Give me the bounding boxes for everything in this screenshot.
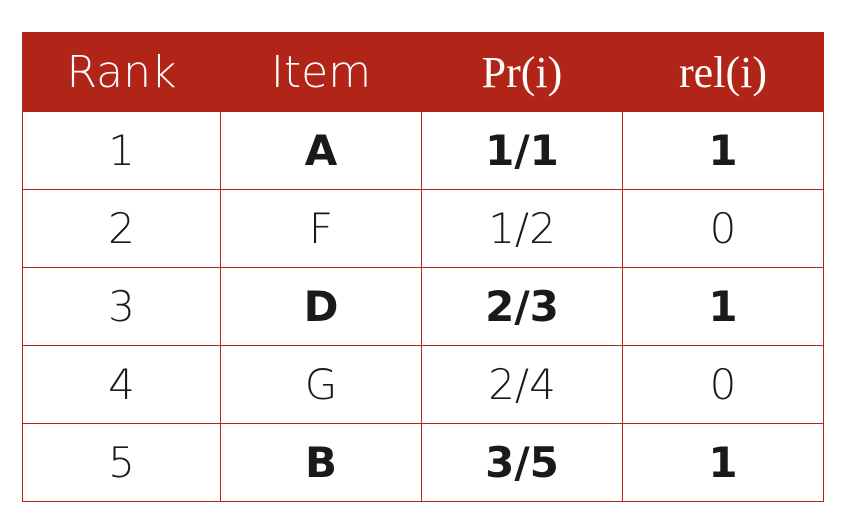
precision-cell: 1/2 bbox=[421, 189, 623, 268]
table-row: 1 A 1/1 1 bbox=[22, 111, 824, 190]
rank-cell: 1 bbox=[22, 111, 221, 190]
header-relevance: rel(i) bbox=[622, 32, 824, 112]
precision-cell: 2/4 bbox=[421, 345, 623, 424]
table-header: Rank Item Pr(i) rel(i) bbox=[22, 32, 824, 112]
precision-cell: 1/1 bbox=[421, 111, 623, 190]
relevance-cell: 1 bbox=[622, 111, 824, 190]
relevance-cell: 0 bbox=[622, 189, 824, 268]
item-cell: D bbox=[220, 267, 422, 346]
relevance-cell: 1 bbox=[622, 423, 824, 502]
relevance-cell: 0 bbox=[622, 345, 824, 424]
item-cell: F bbox=[220, 189, 422, 268]
precision-cell: 3/5 bbox=[421, 423, 623, 502]
item-cell: A bbox=[220, 111, 422, 190]
table-row: 3 D 2/3 1 bbox=[22, 267, 824, 346]
table-body: 1 A 1/1 1 2 F 1/2 0 3 D 2/3 1 4 G 2/4 0 … bbox=[22, 111, 824, 502]
relevance-cell: 1 bbox=[622, 267, 824, 346]
table-row: 5 B 3/5 1 bbox=[22, 423, 824, 502]
item-cell: G bbox=[220, 345, 422, 424]
rank-cell: 4 bbox=[22, 345, 221, 424]
ranking-table: Rank Item Pr(i) rel(i) 1 A 1/1 1 2 F 1/2… bbox=[22, 32, 824, 502]
item-cell: B bbox=[220, 423, 422, 502]
header-row: Rank Item Pr(i) rel(i) bbox=[22, 32, 824, 112]
table-row: 2 F 1/2 0 bbox=[22, 189, 824, 268]
header-rank: Rank bbox=[22, 32, 221, 112]
header-item: Item bbox=[220, 32, 422, 112]
header-precision: Pr(i) bbox=[421, 32, 623, 112]
rank-cell: 3 bbox=[22, 267, 221, 346]
rank-cell: 5 bbox=[22, 423, 221, 502]
precision-cell: 2/3 bbox=[421, 267, 623, 346]
table-row: 4 G 2/4 0 bbox=[22, 345, 824, 424]
rank-cell: 2 bbox=[22, 189, 221, 268]
